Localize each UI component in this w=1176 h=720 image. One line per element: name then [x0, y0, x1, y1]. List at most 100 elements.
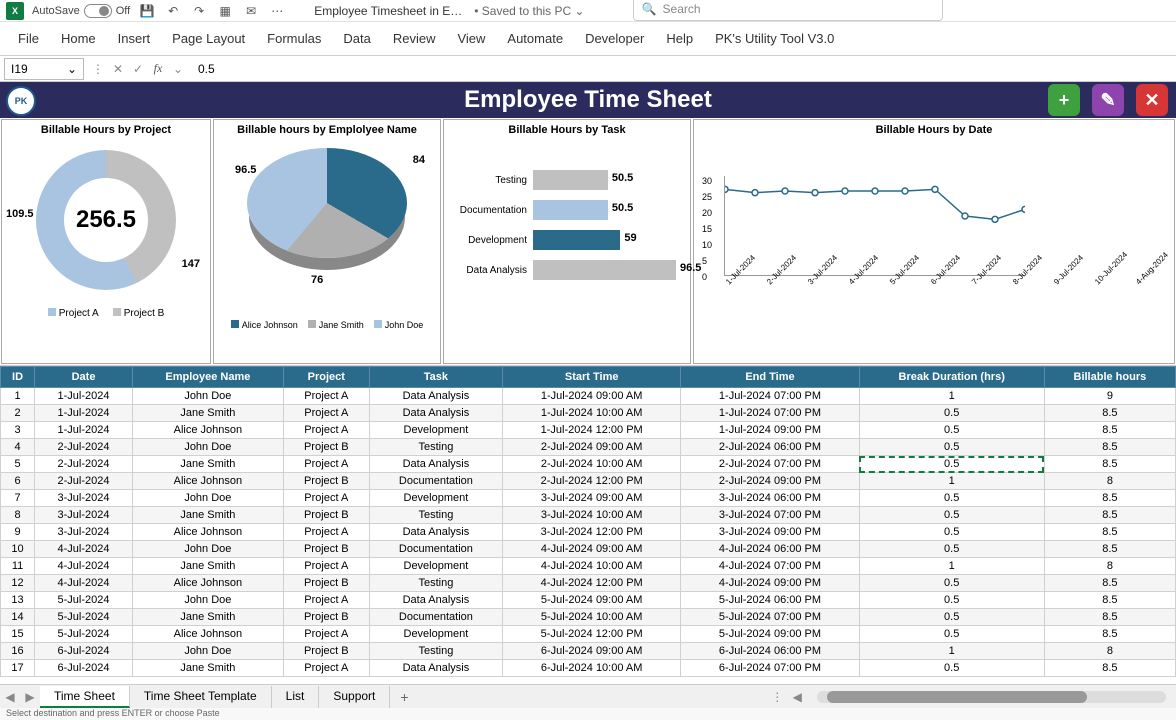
- table-cell[interactable]: Project B: [283, 609, 369, 626]
- sheet-nav-next[interactable]: ▶: [20, 690, 40, 704]
- table-cell[interactable]: 6-Jul-2024 09:00 AM: [503, 643, 681, 660]
- table-cell[interactable]: Jane Smith: [132, 660, 283, 677]
- table-cell[interactable]: 1-Jul-2024: [35, 405, 133, 422]
- table-cell[interactable]: Project B: [283, 507, 369, 524]
- table-cell[interactable]: 10: [1, 541, 35, 558]
- table-cell[interactable]: 6-Jul-2024 06:00 PM: [681, 643, 859, 660]
- table-cell[interactable]: 0.5: [859, 660, 1044, 677]
- table-row[interactable]: 83-Jul-2024Jane SmithProject BTesting3-J…: [1, 507, 1176, 524]
- table-cell[interactable]: 4-Jul-2024 06:00 PM: [681, 541, 859, 558]
- ribbon-tab-file[interactable]: File: [18, 31, 39, 46]
- table-cell[interactable]: 3-Jul-2024 09:00 AM: [503, 490, 681, 507]
- table-cell[interactable]: 8: [1044, 643, 1175, 660]
- table-row[interactable]: 114-Jul-2024Jane SmithProject ADevelopme…: [1, 558, 1176, 575]
- table-cell[interactable]: Project B: [283, 643, 369, 660]
- table-cell[interactable]: 4-Jul-2024 07:00 PM: [681, 558, 859, 575]
- col-header[interactable]: Task: [369, 367, 502, 388]
- table-cell[interactable]: 2-Jul-2024 07:00 PM: [681, 456, 859, 473]
- table-cell[interactable]: 1: [1, 388, 35, 405]
- table-cell[interactable]: Project A: [283, 558, 369, 575]
- table-cell[interactable]: 2: [1, 405, 35, 422]
- edit-button[interactable]: ✎: [1092, 84, 1124, 116]
- table-cell[interactable]: 4-Jul-2024 09:00 AM: [503, 541, 681, 558]
- table-cell[interactable]: 1-Jul-2024 07:00 PM: [681, 405, 859, 422]
- data-table-area[interactable]: IDDateEmployee NameProjectTaskStart Time…: [0, 366, 1176, 700]
- col-header[interactable]: ID: [1, 367, 35, 388]
- table-cell[interactable]: 3: [1, 422, 35, 439]
- table-cell[interactable]: 4-Jul-2024: [35, 558, 133, 575]
- chart-billable-by-task[interactable]: Billable Hours by Task Testing50.5Docume…: [443, 119, 691, 364]
- table-cell[interactable]: Project B: [283, 439, 369, 456]
- table-cell[interactable]: Jane Smith: [132, 609, 283, 626]
- table-cell[interactable]: Development: [369, 422, 502, 439]
- table-cell[interactable]: Project B: [283, 575, 369, 592]
- table-cell[interactable]: 8.5: [1044, 439, 1175, 456]
- table-cell[interactable]: Documentation: [369, 541, 502, 558]
- table-cell[interactable]: 6-Jul-2024: [35, 643, 133, 660]
- table-cell[interactable]: 8.5: [1044, 456, 1175, 473]
- table-cell[interactable]: Jane Smith: [132, 558, 283, 575]
- table-cell[interactable]: 8.5: [1044, 524, 1175, 541]
- ribbon-tab-formulas[interactable]: Formulas: [267, 31, 321, 46]
- table-cell[interactable]: 5-Jul-2024: [35, 626, 133, 643]
- ribbon-tab-review[interactable]: Review: [393, 31, 436, 46]
- undo-icon[interactable]: ↶: [164, 2, 182, 20]
- table-cell[interactable]: 2-Jul-2024 09:00 PM: [681, 473, 859, 490]
- add-button[interactable]: +: [1048, 84, 1080, 116]
- table-cell[interactable]: Development: [369, 626, 502, 643]
- fx-icon[interactable]: fx: [148, 61, 168, 76]
- table-cell[interactable]: Data Analysis: [369, 405, 502, 422]
- table-cell[interactable]: 0.5: [859, 626, 1044, 643]
- table-cell[interactable]: 0.5: [859, 490, 1044, 507]
- table-cell[interactable]: 8.5: [1044, 422, 1175, 439]
- table-cell[interactable]: 4-Jul-2024: [35, 541, 133, 558]
- ribbon-tab-automate[interactable]: Automate: [507, 31, 563, 46]
- table-cell[interactable]: 4-Jul-2024 12:00 PM: [503, 575, 681, 592]
- table-cell[interactable]: John Doe: [132, 490, 283, 507]
- ribbon-tab-data[interactable]: Data: [343, 31, 370, 46]
- table-cell[interactable]: Project A: [283, 524, 369, 541]
- table-cell[interactable]: Alice Johnson: [132, 473, 283, 490]
- table-cell[interactable]: 7: [1, 490, 35, 507]
- table-row[interactable]: 176-Jul-2024Jane SmithProject AData Anal…: [1, 660, 1176, 677]
- more-icon[interactable]: ⋯: [268, 2, 286, 20]
- table-cell[interactable]: Data Analysis: [369, 456, 502, 473]
- table-cell[interactable]: Development: [369, 490, 502, 507]
- table-cell[interactable]: John Doe: [132, 388, 283, 405]
- table-cell[interactable]: 1-Jul-2024 12:00 PM: [503, 422, 681, 439]
- table-cell[interactable]: 3-Jul-2024 10:00 AM: [503, 507, 681, 524]
- table-cell[interactable]: 8.5: [1044, 405, 1175, 422]
- table-cell[interactable]: 1-Jul-2024 09:00 PM: [681, 422, 859, 439]
- table-cell[interactable]: 8.5: [1044, 575, 1175, 592]
- table-cell[interactable]: 0.5: [859, 422, 1044, 439]
- table-cell[interactable]: 17: [1, 660, 35, 677]
- table-cell[interactable]: Testing: [369, 439, 502, 456]
- table-cell[interactable]: 2-Jul-2024: [35, 439, 133, 456]
- table-cell[interactable]: 0.5: [859, 524, 1044, 541]
- table-cell[interactable]: 3-Jul-2024: [35, 490, 133, 507]
- table-cell[interactable]: 16: [1, 643, 35, 660]
- col-header[interactable]: End Time: [681, 367, 859, 388]
- table-cell[interactable]: 4: [1, 439, 35, 456]
- table-row[interactable]: 166-Jul-2024John DoeProject BTesting6-Ju…: [1, 643, 1176, 660]
- table-cell[interactable]: 5-Jul-2024 07:00 PM: [681, 609, 859, 626]
- table-cell[interactable]: John Doe: [132, 643, 283, 660]
- table-cell[interactable]: Data Analysis: [369, 592, 502, 609]
- save-icon[interactable]: 💾: [138, 2, 156, 20]
- table-cell[interactable]: 2-Jul-2024: [35, 456, 133, 473]
- table-cell[interactable]: 8.5: [1044, 541, 1175, 558]
- table-cell[interactable]: 11: [1, 558, 35, 575]
- sheet-tab-time-sheet[interactable]: Time Sheet: [40, 686, 130, 708]
- table-cell[interactable]: 0.5: [859, 609, 1044, 626]
- table-cell[interactable]: 2-Jul-2024 10:00 AM: [503, 456, 681, 473]
- table-cell[interactable]: 8.5: [1044, 490, 1175, 507]
- ribbon-tab-insert[interactable]: Insert: [118, 31, 151, 46]
- table-cell[interactable]: Alice Johnson: [132, 575, 283, 592]
- table-cell[interactable]: 13: [1, 592, 35, 609]
- table-cell[interactable]: 1: [859, 473, 1044, 490]
- table-cell[interactable]: Data Analysis: [369, 388, 502, 405]
- horizontal-scrollbar[interactable]: [817, 691, 1166, 703]
- table-row[interactable]: 11-Jul-2024John DoeProject AData Analysi…: [1, 388, 1176, 405]
- chart-billable-by-date[interactable]: Billable Hours by Date 302520151050 1-Ju…: [693, 119, 1175, 364]
- delete-button[interactable]: ✕: [1136, 84, 1168, 116]
